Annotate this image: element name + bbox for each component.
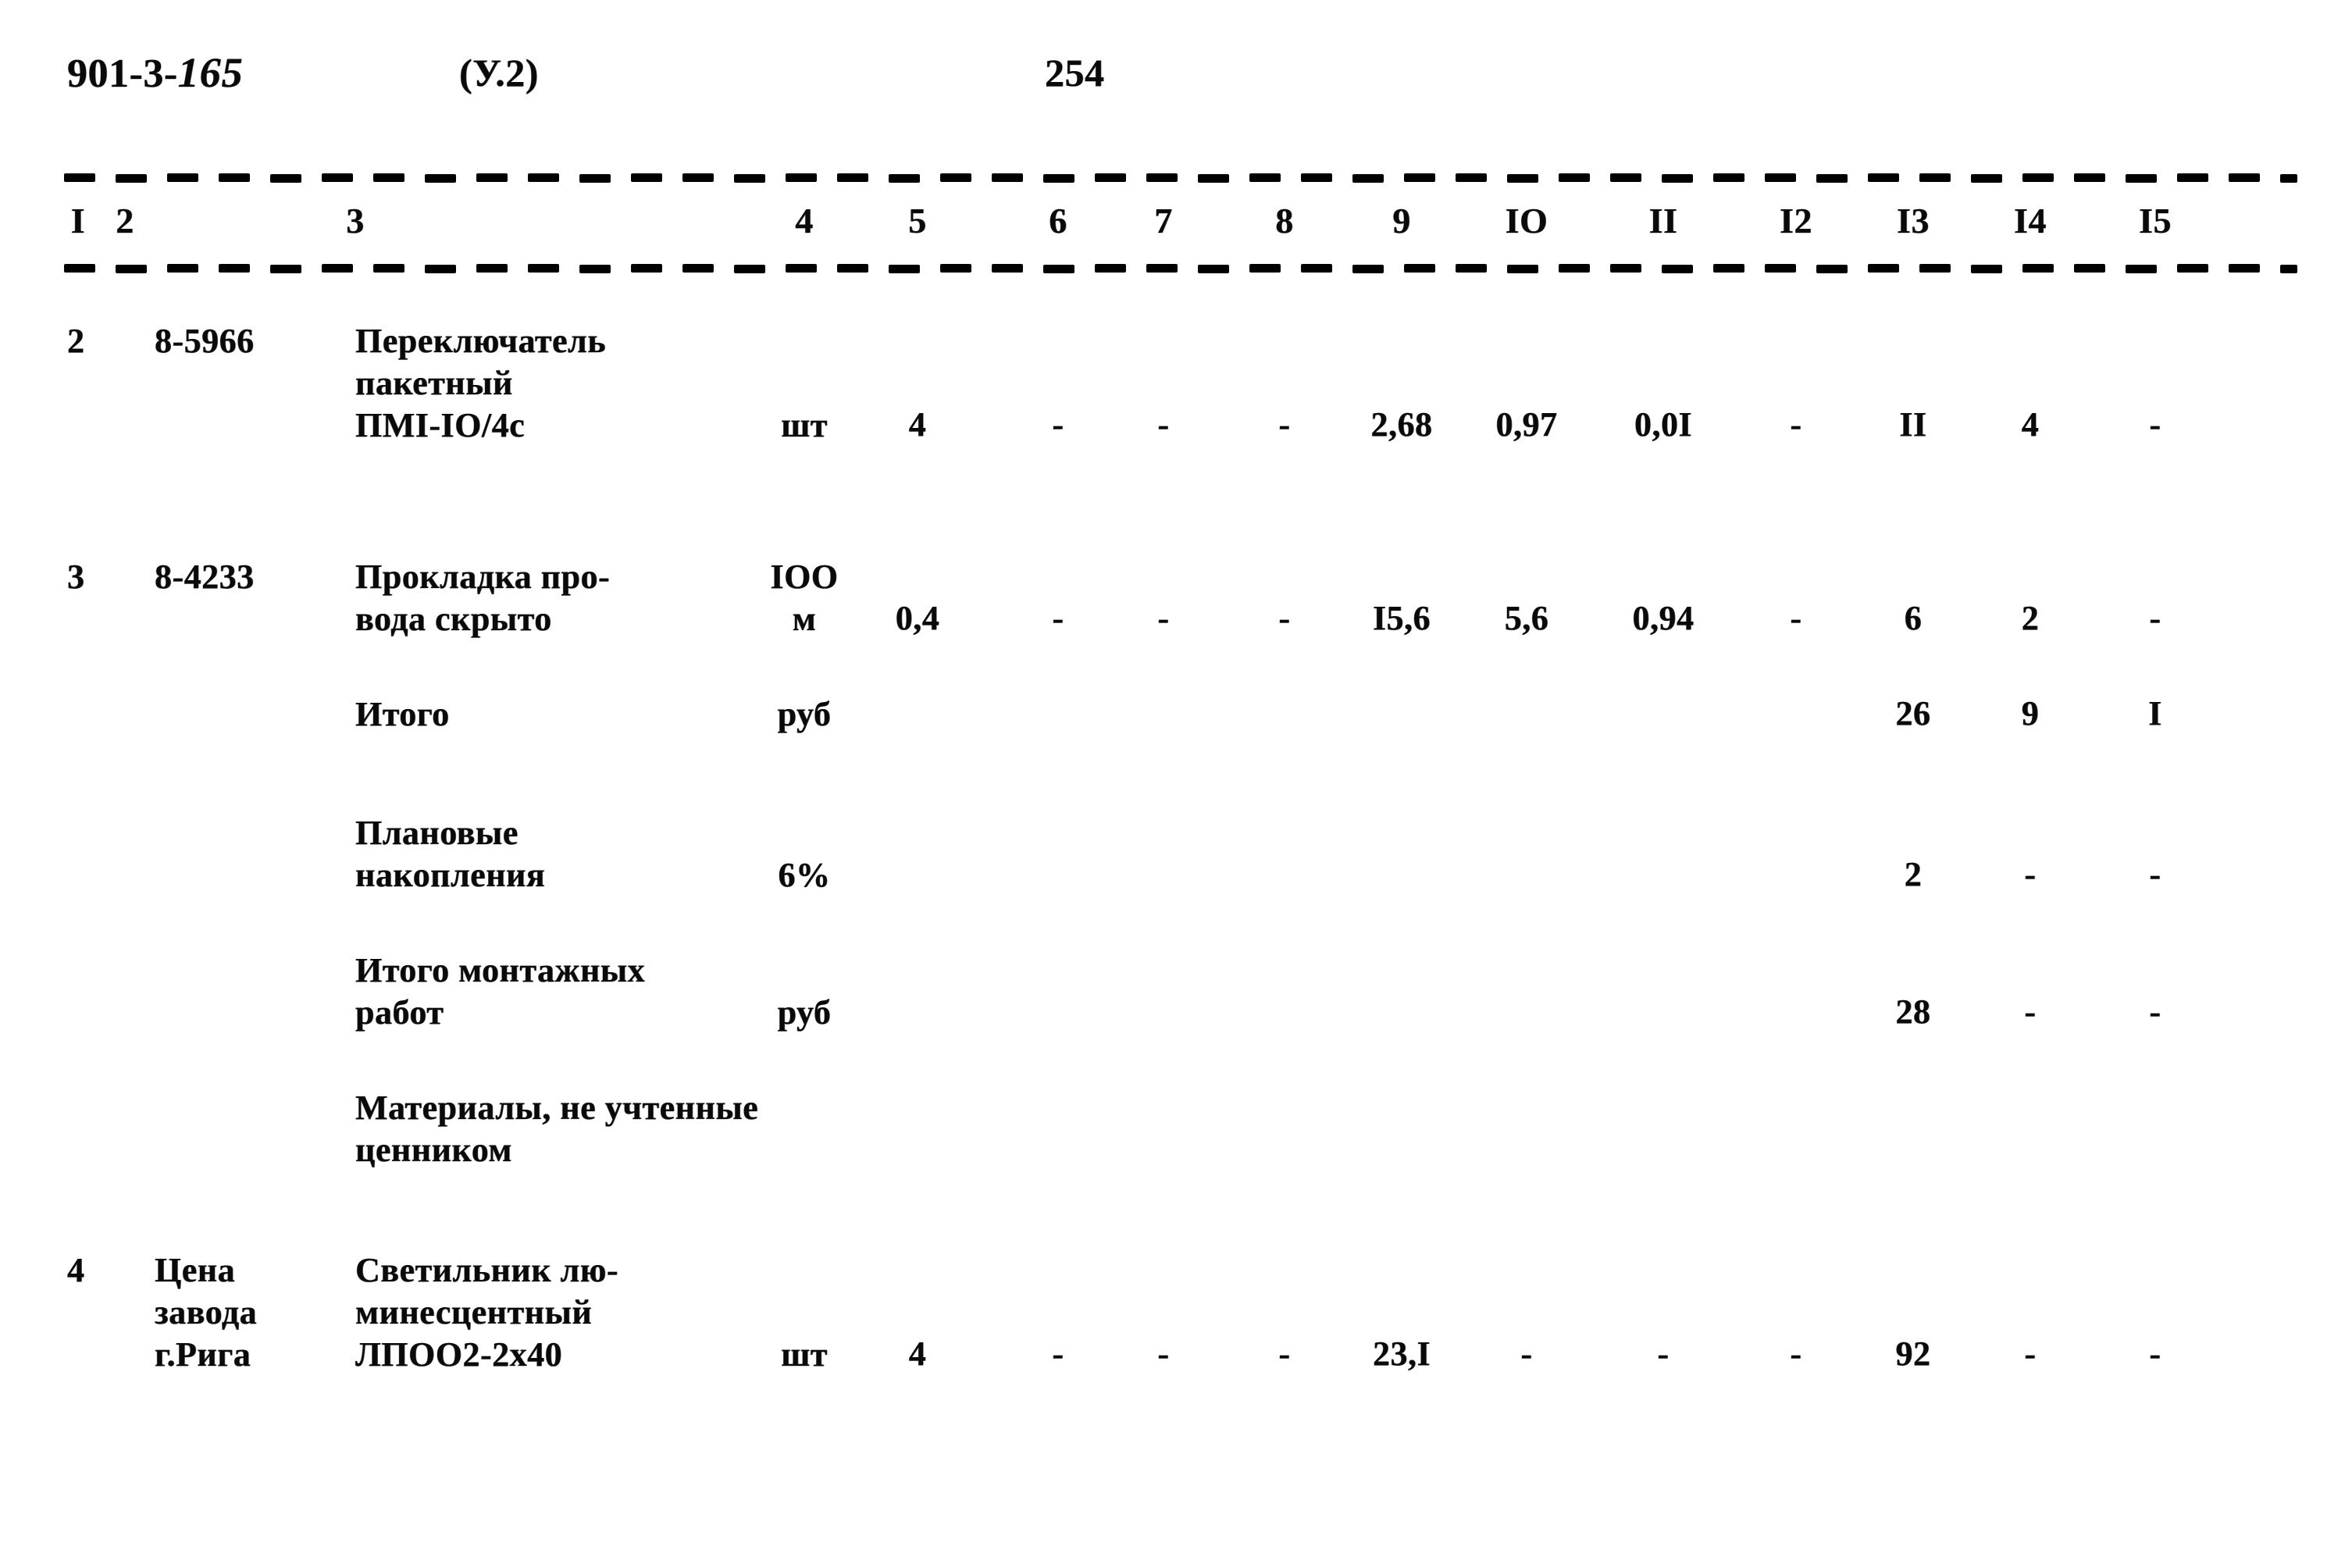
row-value-col12: - xyxy=(1790,1335,1802,1373)
row-description: Прокладка про- вода скрыто xyxy=(355,558,611,638)
row-unit: руб xyxy=(777,993,832,1032)
row-description: Переключатель пакетный ПМI-IO/4с xyxy=(355,322,607,444)
row-value-col14: - xyxy=(2024,855,2037,893)
row-value-col15: - xyxy=(2149,992,2161,1031)
row-value-col7: - xyxy=(1157,599,1170,637)
row-value-col13: 28 xyxy=(1895,992,1931,1031)
table-body: 2 8-5966 Переключатель пакетный ПМI-IO/4с ш… xyxy=(0,0,2352,1568)
row-value-col10: 5,6 xyxy=(1504,599,1549,637)
row-value-col14: - xyxy=(2024,1335,2037,1373)
row-value-col12: - xyxy=(1790,599,1802,637)
row-value-col13: 2 xyxy=(1904,855,1923,893)
row-value-col6: - xyxy=(1052,405,1064,444)
row-unit: 6% xyxy=(778,856,831,894)
row-value-col13: II xyxy=(1899,405,1927,444)
row-value-col15: - xyxy=(2149,405,2161,444)
row-number: 2 xyxy=(67,322,85,360)
row-value-col5: 0,4 xyxy=(895,599,940,637)
row-value-col15: I xyxy=(2148,694,2162,732)
row-value-col6: - xyxy=(1052,1335,1064,1373)
row-value-col13: 6 xyxy=(1904,599,1923,637)
row-description: Итого монтажных работ xyxy=(355,951,646,1032)
row-value-col9: I5,6 xyxy=(1372,599,1431,637)
row-value-col11: 0,94 xyxy=(1632,599,1695,637)
row-value-col13: 92 xyxy=(1895,1335,1931,1373)
row-code: Цена завода г.Рига xyxy=(155,1251,258,1374)
row-description: Светильник лю- минесцентный ЛПОО2-2х40 xyxy=(355,1251,618,1374)
document-page: 901-3-165 (У.2) 254 I 2 3 4 5 6 7 8 9 IO II I2 I3 I4 I… xyxy=(0,0,2352,1568)
row-description: Плановые накопления xyxy=(355,814,546,894)
row-value-col15: - xyxy=(2149,599,2161,637)
row-value-col7: - xyxy=(1157,1335,1170,1373)
row-value-col10: 0,97 xyxy=(1495,405,1558,444)
row-value-col12: - xyxy=(1790,405,1802,444)
row-unit: шт xyxy=(781,406,828,444)
row-description: Материалы, не учтенные ценником xyxy=(355,1089,759,1169)
row-value-col8: - xyxy=(1278,599,1291,637)
row-value-col9: 23,I xyxy=(1372,1335,1431,1373)
row-value-col5: 4 xyxy=(908,405,927,444)
row-value-col11: 0,0I xyxy=(1634,405,1693,444)
row-value-col14: 9 xyxy=(2021,694,2040,732)
row-value-col10: - xyxy=(1520,1335,1533,1373)
row-value-col15: - xyxy=(2149,1335,2161,1373)
row-value-col15: - xyxy=(2149,855,2161,893)
row-value-col9: 2,68 xyxy=(1370,405,1433,444)
row-value-col11: - xyxy=(1657,1335,1670,1373)
row-value-col14: 2 xyxy=(2021,599,2040,637)
row-code: 8-4233 xyxy=(155,558,255,596)
row-value-col7: - xyxy=(1157,405,1170,444)
row-value-col14: - xyxy=(2024,992,2037,1031)
row-value-col14: 4 xyxy=(2021,405,2040,444)
row-value-col5: 4 xyxy=(908,1335,927,1373)
row-unit: IOO м xyxy=(770,558,839,638)
row-description: Итого xyxy=(355,695,450,733)
row-number: 3 xyxy=(67,558,85,596)
row-value-col13: 26 xyxy=(1895,694,1931,732)
row-value-col8: - xyxy=(1278,405,1291,444)
row-value-col6: - xyxy=(1052,599,1064,637)
row-code: 8-5966 xyxy=(155,322,255,360)
row-unit: шт xyxy=(781,1335,828,1374)
row-value-col8: - xyxy=(1278,1335,1291,1373)
row-unit: руб xyxy=(777,695,832,733)
row-number: 4 xyxy=(67,1251,85,1289)
